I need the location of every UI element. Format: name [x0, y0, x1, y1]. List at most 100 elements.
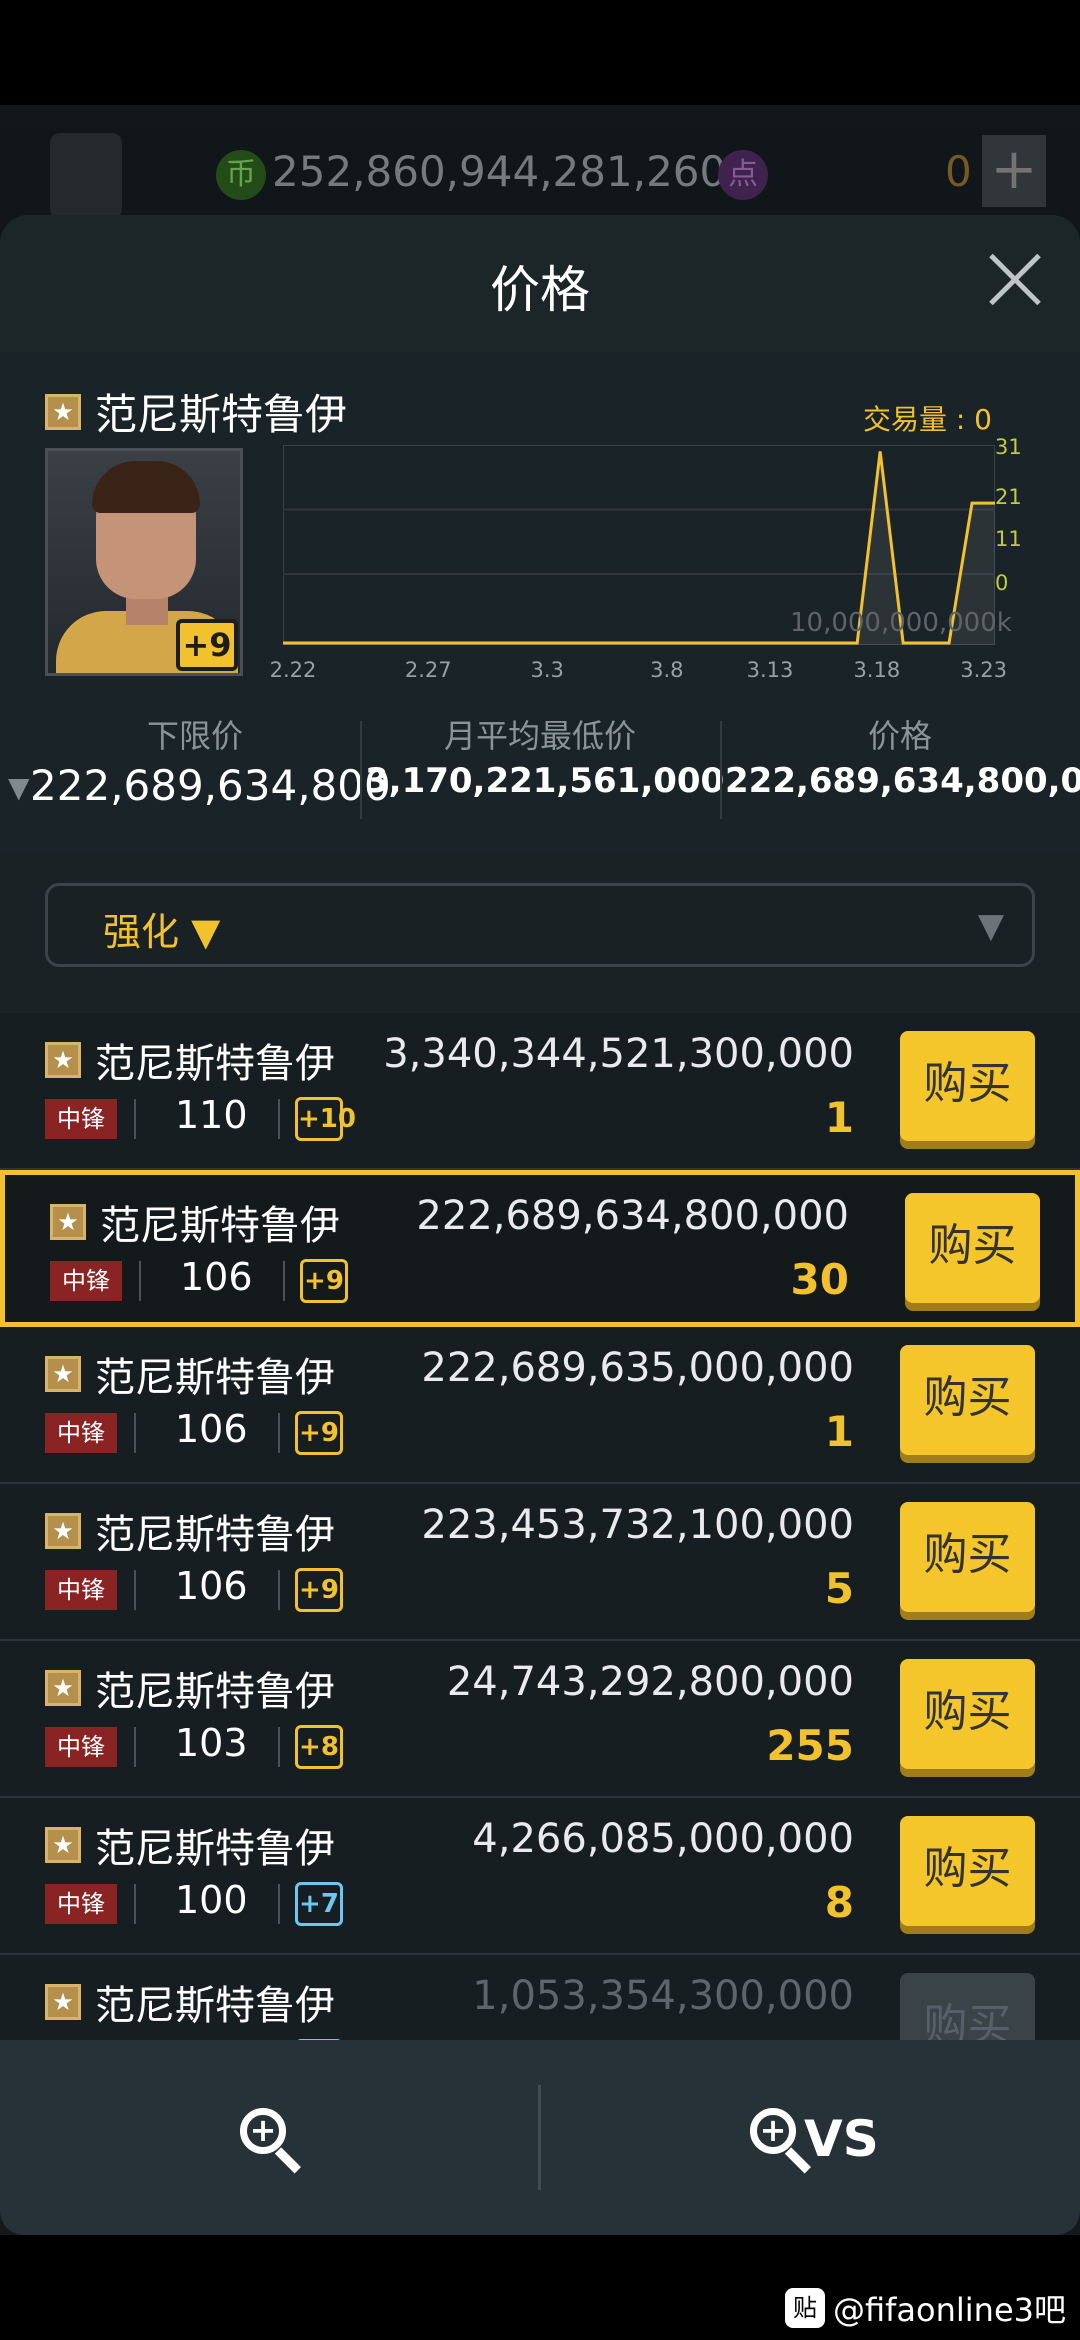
listing-player-name: 范尼斯特鲁伊 — [95, 1041, 335, 1087]
enhance-level-badge: +8 — [295, 1725, 343, 1769]
enhance-filter-dropdown[interactable]: 强化 ▼ ▼ — [45, 883, 1035, 967]
listing-name-row: ★ 范尼斯特鲁伊 — [50, 1193, 340, 1251]
buy-button[interactable]: 购买 — [900, 1659, 1035, 1769]
listing-row[interactable]: ★ 范尼斯特鲁伊 中锋 110 +10 3,340,344,521,300,000 1 购买 — [0, 1013, 1080, 1170]
star-icon: ★ — [45, 1513, 81, 1549]
position-badge: 中锋 — [45, 1413, 117, 1453]
stat-lower-limit: 下限价 222,689,634,800 — [30, 711, 391, 810]
watermark-text: @fifaonline3吧 — [832, 2291, 1066, 2329]
player-portrait[interactable]: +9 — [45, 448, 243, 676]
listing-row[interactable]: ★ 范尼斯特鲁伊 中锋 106 +9 222,689,634,800,000 30 购买 — [0, 1170, 1080, 1327]
position-badge: 中锋 — [50, 1261, 122, 1301]
listing-quantity: 255 — [766, 1721, 854, 1770]
overall-rating: 106 — [175, 1407, 248, 1451]
chart-y-axis: 31 21 11 0 — [995, 435, 1055, 645]
row-divider — [278, 1099, 280, 1139]
row-divider — [283, 1261, 285, 1301]
dialog-title: 价格 — [490, 261, 590, 319]
listing-quantity: 30 — [790, 1255, 849, 1304]
listing-row[interactable]: ★ 范尼斯特鲁伊 中锋 103 +8 24,743,292,800,000 255 购买 — [0, 1641, 1080, 1798]
overall-rating: 110 — [175, 1093, 248, 1137]
down-arrow-icon: ▼ — [8, 771, 30, 804]
price-stats: ▼ 下限价 222,689,634,800 月平均最低价 3,170,221,5… — [0, 711, 1080, 851]
star-icon: ★ — [45, 1827, 81, 1863]
row-divider — [278, 1570, 280, 1610]
close-icon[interactable] — [985, 250, 1045, 310]
add-points-button[interactable]: + — [982, 135, 1046, 207]
row-divider — [278, 1413, 280, 1453]
chart-x-tick: 2.27 — [404, 658, 452, 682]
trade-volume: 交易量 : 0 — [862, 403, 992, 436]
enhance-badge: +9 — [176, 619, 238, 671]
row-divider — [134, 1413, 136, 1453]
stat-avg-value: 3,170,221,561,000 — [365, 761, 725, 801]
listing-row[interactable]: ★ 范尼斯特鲁伊 中锋 106 +9 223,453,732,100,000 5 购买 — [0, 1484, 1080, 1641]
bottom-divider — [538, 2085, 541, 2190]
listing-name-row: ★ 范尼斯特鲁伊 — [45, 1345, 335, 1403]
position-badge: 中锋 — [45, 1884, 117, 1924]
buy-button[interactable]: 购买 — [900, 1502, 1035, 1612]
listing-quantity: 8 — [824, 1878, 854, 1927]
stat-lower-value: 222,689,634,800 — [30, 761, 391, 810]
buy-button[interactable]: 购买 — [900, 1031, 1035, 1141]
player-name: 范尼斯特鲁伊 — [95, 390, 348, 439]
chart-x-tick: 3.8 — [650, 658, 684, 682]
row-divider — [134, 1570, 136, 1610]
tieba-logo-icon: 贴 — [784, 2288, 825, 2328]
listing-price: 3,340,344,521,300,000 — [383, 1031, 854, 1077]
chart-x-tick: 3.13 — [746, 658, 794, 682]
enhance-level-badge: +9 — [295, 1568, 343, 1612]
row-divider — [278, 1884, 280, 1924]
listing-row[interactable]: ★ 范尼斯特鲁伊 中锋 100 +7 4,266,085,000,000 8 购买 — [0, 1798, 1080, 1955]
chart-x-axis: 2.22 2.27 3.3 3.8 3.13 3.18 3.23 — [270, 658, 1007, 688]
stat-price-label: 价格 — [867, 717, 932, 755]
listing-name-row: ★ 范尼斯特鲁伊 — [45, 1973, 335, 2031]
listing-price: 1,053,354,300,000 — [472, 1973, 854, 2019]
overall-rating: 106 — [175, 1564, 248, 1608]
buy-button[interactable]: 购买 — [900, 1816, 1035, 1926]
stat-avg-label: 月平均最低价 — [443, 717, 636, 755]
listing-player-name: 范尼斯特鲁伊 — [95, 1983, 335, 2029]
listing-price: 24,743,292,800,000 — [446, 1659, 854, 1705]
row-divider — [139, 1261, 141, 1301]
listing-list[interactable]: ★ 范尼斯特鲁伊 中锋 110 +10 3,340,344,521,300,000 1 购买 ★… — [0, 1013, 1080, 2112]
buy-button[interactable]: 购买 — [900, 1345, 1035, 1455]
chart-y-tick: 11 — [995, 527, 1022, 551]
dialog-header: 价格 — [0, 215, 1080, 353]
buy-button[interactable]: 购买 — [905, 1193, 1040, 1303]
listing-player-name: 范尼斯特鲁伊 — [95, 1669, 335, 1715]
listing-player-name: 范尼斯特鲁伊 — [100, 1203, 340, 1249]
point-balance: 0 — [945, 147, 972, 196]
chart-x-tick: 2.22 — [269, 658, 317, 682]
manager-avatar-icon[interactable] — [50, 133, 122, 219]
stat-monthly-avg: 月平均最低价 3,170,221,561,000 — [365, 711, 725, 801]
star-icon: ★ — [45, 1356, 81, 1392]
star-icon: ★ — [50, 1204, 86, 1240]
listing-name-row: ★ 范尼斯特鲁伊 — [45, 1659, 335, 1717]
listing-name-row: ★ 范尼斯特鲁伊 — [45, 1031, 335, 1089]
listing-name-row: ★ 范尼斯特鲁伊 — [45, 1816, 335, 1874]
stat-price: 价格 222,689,634,800,000 — [725, 711, 1080, 801]
listing-name-row: ★ 范尼斯特鲁伊 — [45, 1502, 335, 1560]
portrait-hair — [92, 461, 200, 513]
row-divider — [134, 1727, 136, 1767]
listing-price: 4,266,085,000,000 — [472, 1816, 854, 1862]
row-divider — [134, 1884, 136, 1924]
chart-y-tick: 0 — [995, 571, 1009, 595]
listing-price: 223,453,732,100,000 — [421, 1502, 854, 1548]
overall-rating: 100 — [175, 1878, 248, 1922]
overall-rating: 106 — [180, 1255, 253, 1299]
zoom-in-button[interactable]: + — [240, 2108, 304, 2174]
chart-x-tick: 3.23 — [960, 658, 1008, 682]
vs-label[interactable]: VS — [804, 2110, 879, 2168]
listing-player-name: 范尼斯特鲁伊 — [95, 1512, 335, 1558]
chart-x-tick: 3.18 — [853, 658, 901, 682]
plus-icon: + — [249, 2111, 277, 2149]
watermark: 贴 @fifaonline3吧 — [784, 2285, 1066, 2331]
chart-scale-note: 10,000,000,000k — [790, 608, 1012, 638]
star-icon: ★ — [45, 393, 81, 430]
star-icon: ★ — [45, 1984, 81, 2020]
chart-y-tick: 21 — [995, 485, 1022, 509]
listing-row[interactable]: ★ 范尼斯特鲁伊 中锋 106 +9 222,689,635,000,000 1 购买 — [0, 1327, 1080, 1484]
stat-divider — [720, 721, 722, 819]
